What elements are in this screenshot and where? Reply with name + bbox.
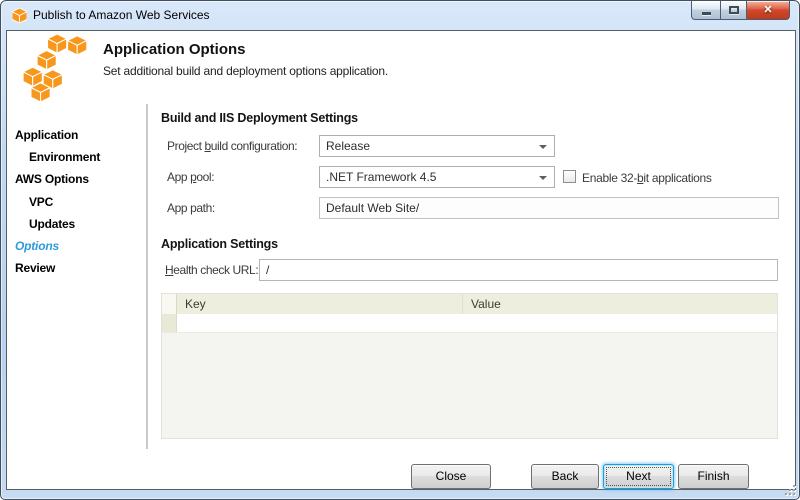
next-button[interactable]: Next — [603, 464, 674, 489]
maximize-icon — [729, 6, 739, 14]
app-pool-label: App pool: — [167, 166, 214, 188]
window-title: Publish to Amazon Web Services — [33, 8, 210, 22]
sidebar-item-environment[interactable]: Environment — [29, 150, 100, 164]
app-path-label: App path: — [167, 197, 215, 219]
page-title: Application Options — [103, 41, 246, 58]
sidebar-item-aws-options[interactable]: AWS Options — [15, 172, 89, 186]
build-config-label: Project build configuration: — [167, 135, 297, 157]
close-icon: ✕ — [763, 2, 772, 19]
enable-32bit-checkbox[interactable] — [563, 170, 576, 183]
section-heading-app-settings: Application Settings — [161, 237, 278, 251]
back-button[interactable]: Back — [531, 464, 599, 489]
page-subtitle: Set additional build and deployment opti… — [103, 64, 388, 78]
health-check-field[interactable]: / — [259, 259, 778, 281]
grid-col-key[interactable]: Key — [177, 294, 462, 314]
finish-button[interactable]: Finish — [678, 464, 749, 489]
grid-col-value[interactable]: Value — [462, 294, 777, 314]
grid-select-all-cell[interactable] — [162, 294, 177, 314]
grid-header: Key Value — [162, 294, 777, 314]
grid-new-row[interactable] — [162, 314, 777, 333]
health-check-label: Health check URL: — [165, 259, 258, 281]
resize-grip[interactable] — [783, 483, 795, 495]
build-config-value: Release — [326, 139, 370, 153]
appsettings-grid: Key Value — [161, 293, 778, 439]
minimize-button[interactable] — [691, 1, 721, 20]
close-wizard-button[interactable]: Close — [411, 464, 491, 489]
close-button[interactable]: ✕ — [746, 1, 790, 20]
aws-logo-icon — [23, 34, 93, 102]
app-pool-select[interactable]: .NET Framework 4.5 — [319, 166, 555, 188]
chevron-down-icon — [539, 145, 547, 149]
chevron-down-icon — [539, 176, 547, 180]
titlebar[interactable]: Publish to Amazon Web Services ✕ — [1, 1, 799, 30]
grid-row-selector[interactable] — [162, 314, 177, 332]
section-heading-build: Build and IIS Deployment Settings — [161, 111, 358, 125]
build-config-select[interactable]: Release — [319, 135, 555, 157]
sidebar-item-vpc[interactable]: VPC — [29, 195, 53, 209]
app-path-field[interactable]: Default Web Site/ — [319, 197, 779, 219]
enable-32bit-label: Enable 32-bit applications — [582, 171, 712, 185]
sidebar-item-updates[interactable]: Updates — [29, 217, 75, 231]
sidebar-item-options[interactable]: Options — [15, 239, 59, 253]
app-pool-value: .NET Framework 4.5 — [326, 170, 436, 184]
sidebar-divider — [146, 104, 148, 449]
maximize-button[interactable] — [720, 1, 747, 20]
sidebar-item-application[interactable]: Application — [15, 128, 78, 142]
minimize-icon — [702, 12, 711, 15]
sidebar-item-review[interactable]: Review — [15, 261, 55, 275]
window-controls: ✕ — [692, 1, 790, 20]
publish-wizard-window: Publish to Amazon Web Services ✕ Applica… — [0, 0, 800, 500]
aws-cube-icon — [12, 8, 27, 23]
